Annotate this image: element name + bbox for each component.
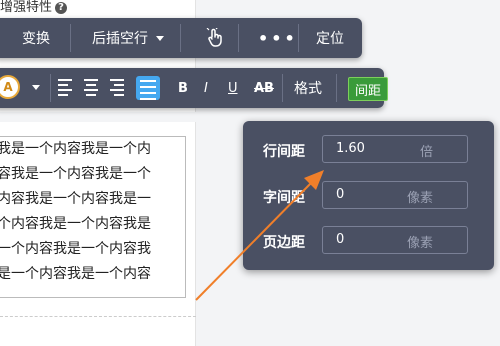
line-spacing-input[interactable]: 1.60 倍 — [322, 135, 468, 163]
chevron-down-icon — [156, 35, 164, 41]
content-line: 容我是一个内容我是一个 — [0, 166, 151, 182]
letter-spacing-input[interactable]: 0 像素 — [322, 181, 468, 209]
canvas-gap — [0, 112, 196, 122]
locate-button[interactable]: 定位 — [316, 18, 344, 58]
letter-spacing-label: 字间距 — [263, 190, 305, 206]
content-line: 我是一个内容我是一个内 — [0, 141, 151, 157]
section-header: 增强特性? — [0, 0, 68, 15]
align-justify-icon[interactable] — [136, 76, 160, 100]
page-margin-value: 0 — [336, 232, 345, 247]
toolbar-divider — [70, 24, 71, 52]
bold-button[interactable]: B — [178, 68, 188, 108]
insert-blank-line-label: 后插空行 — [92, 31, 148, 47]
align-center-icon[interactable] — [84, 79, 102, 97]
format-button[interactable]: 格式 — [294, 68, 322, 108]
replace-button[interactable]: 变换 — [22, 18, 50, 58]
line-spacing-unit: 倍 — [419, 145, 433, 160]
text-color-picker[interactable]: A — [0, 75, 40, 99]
help-icon[interactable]: ? — [55, 1, 68, 14]
section-divider — [0, 316, 196, 317]
line-spacing-value: 1.60 — [336, 141, 365, 156]
toolbar-divider — [180, 24, 181, 52]
chevron-down-icon — [32, 84, 40, 90]
toolbar-divider — [238, 24, 239, 52]
content-line: 个内容我是一个内容我是 — [0, 216, 151, 232]
spacing-button[interactable]: 间距 — [348, 77, 389, 101]
letter-spacing-value: 0 — [336, 187, 345, 202]
content-line: 是一个内容我是一个内容 — [0, 266, 151, 282]
text-color-icon: A — [0, 75, 20, 99]
strikethrough-button[interactable]: AB — [254, 68, 274, 108]
more-button[interactable]: ••• — [258, 18, 298, 58]
toolbar-divider — [282, 74, 283, 102]
page-margin-input[interactable]: 0 像素 — [322, 226, 468, 254]
insert-blank-line-button[interactable]: 后插空行 — [92, 18, 164, 58]
content-line: 一个内容我是一个内容我 — [0, 241, 151, 257]
content-line: 内容我是一个内容我是一 — [0, 191, 151, 207]
underline-button[interactable]: U — [228, 68, 238, 108]
italic-button[interactable]: I — [204, 68, 208, 108]
toolbar-divider — [336, 74, 337, 102]
toolbar-top: 变换 后插空行 ••• 定位 — [0, 18, 362, 58]
align-left-icon[interactable] — [58, 79, 76, 97]
section-title: 增强特性 — [0, 0, 53, 15]
toolbar-divider — [50, 74, 51, 102]
letter-spacing-unit: 像素 — [406, 191, 433, 206]
page-margin-unit: 像素 — [406, 236, 433, 251]
toolbar-format: A B I U AB 格式 间距 — [0, 68, 389, 108]
line-spacing-label: 行间距 — [263, 144, 305, 160]
text-content-box[interactable]: 我是一个内容我是一个内 容我是一个内容我是一个 内容我是一个内容我是一 个内容我… — [0, 136, 186, 298]
page-margin-label: 页边距 — [263, 235, 305, 251]
align-right-icon[interactable] — [110, 79, 128, 97]
pointer-hand-icon[interactable] — [206, 18, 224, 58]
toolbar-divider — [298, 24, 299, 52]
